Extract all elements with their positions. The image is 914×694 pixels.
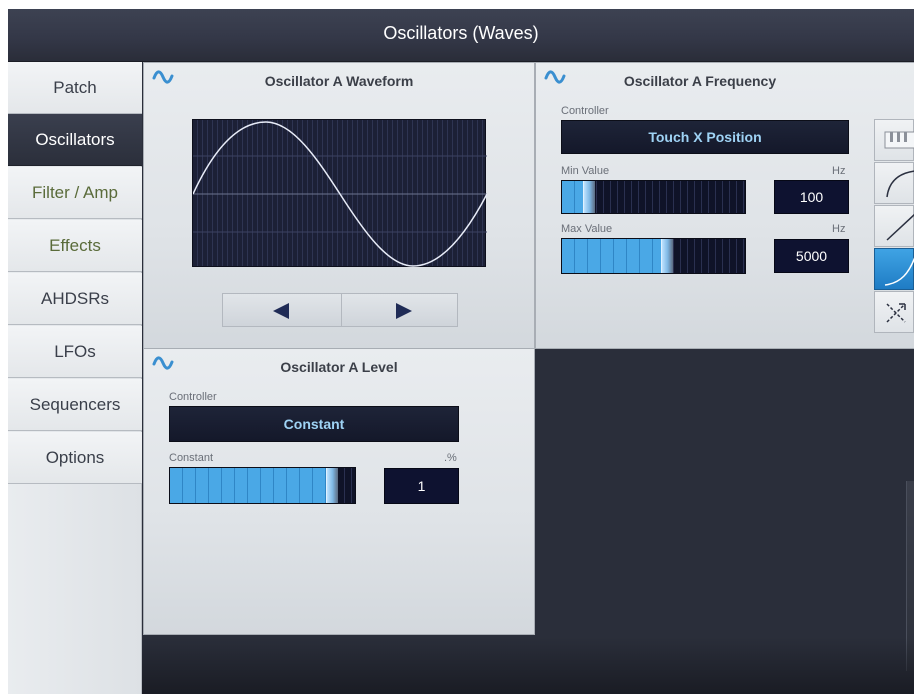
max-value-label: Max Value — [561, 223, 613, 235]
curve-option-linear[interactable] — [874, 205, 914, 247]
frequency-controller-select[interactable]: Touch X Position — [561, 120, 849, 154]
waveform-panel-title: Oscillator A Waveform — [264, 73, 414, 89]
page-title: Oscillators (Waves) — [383, 23, 539, 43]
sine-waveform — [193, 121, 487, 267]
min-value-slider-thumb[interactable] — [583, 181, 595, 213]
sidebar-item-lfos[interactable]: LFOs — [8, 326, 142, 378]
sidebar: Patch Oscillators Filter / Amp Effects A… — [8, 62, 142, 694]
frequency-panel: Oscillator A Frequency Controller Touch … — [535, 62, 914, 349]
constant-label: Constant — [169, 452, 214, 464]
sidebar-item-patch[interactable]: Patch — [8, 62, 142, 114]
max-value-slider-fill — [562, 239, 661, 273]
sidebar-item-filter-amp[interactable]: Filter / Amp — [8, 167, 142, 219]
sidebar-item-ahdsrs[interactable]: AHDSRs — [8, 273, 142, 325]
triangle-left-icon — [273, 303, 289, 319]
sidebar-item-sequencers[interactable]: Sequencers — [8, 379, 142, 431]
curve-option-random[interactable] — [874, 291, 914, 333]
curve-linear-icon — [886, 213, 914, 241]
controller-label: Controller — [561, 105, 609, 117]
previous-waveform-button[interactable] — [223, 294, 341, 326]
level-panel: Oscillator A Level Controller Constant C… — [143, 348, 535, 635]
max-value-slider-thumb[interactable] — [661, 239, 673, 273]
bottom-shadow — [142, 637, 914, 694]
constant-slider-thumb[interactable] — [326, 468, 338, 503]
constant-unit-label: .% — [444, 452, 457, 464]
curve-exponential-icon — [884, 257, 914, 286]
piano-keys-icon — [884, 131, 914, 149]
min-value-field[interactable]: 100 — [774, 180, 849, 214]
constant-value-field[interactable]: 1 — [384, 468, 459, 504]
app-window: Oscillators (Waves) Patch Oscillators Fi… — [8, 9, 914, 694]
curve-option-piano[interactable] — [874, 119, 914, 161]
curve-option-exponential[interactable] — [874, 248, 914, 290]
waveform-display — [192, 119, 487, 267]
level-panel-title: Oscillator A Level — [280, 359, 398, 375]
min-value-label: Min Value — [561, 165, 610, 177]
controller-label: Controller — [169, 391, 217, 403]
curve-convex-icon — [886, 170, 914, 198]
min-value-slider-fill — [562, 181, 583, 213]
waveform-selector — [222, 293, 458, 327]
constant-slider[interactable] — [169, 467, 356, 504]
frequency-panel-title: Oscillator A Frequency — [623, 73, 777, 89]
curve-random-icon — [886, 303, 906, 323]
min-unit-label: Hz — [832, 165, 846, 177]
curve-selector — [874, 119, 914, 339]
waveform-panel: Oscillator A Waveform — [143, 62, 535, 349]
title-bar: Oscillators (Waves) — [8, 9, 914, 62]
max-value-slider[interactable] — [561, 238, 746, 274]
constant-slider-fill — [170, 468, 326, 503]
sidebar-item-options[interactable]: Options — [8, 432, 142, 484]
min-value-slider[interactable] — [561, 180, 746, 214]
max-value-field[interactable]: 5000 — [774, 239, 849, 273]
next-waveform-button[interactable] — [342, 294, 460, 326]
max-unit-label: Hz — [832, 223, 846, 235]
level-controller-select[interactable]: Constant — [169, 406, 459, 442]
sidebar-item-effects[interactable]: Effects — [8, 220, 142, 272]
sidebar-item-oscillators[interactable]: Oscillators — [8, 114, 142, 166]
curve-option-convex[interactable] — [874, 162, 914, 204]
triangle-right-icon — [396, 303, 412, 319]
